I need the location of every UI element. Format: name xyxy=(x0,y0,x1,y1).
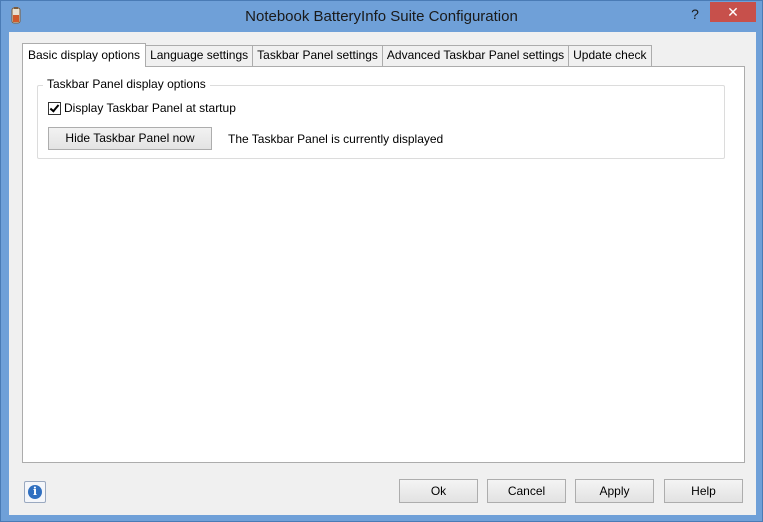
display-at-startup-checkbox[interactable] xyxy=(48,101,61,115)
display-at-startup-label[interactable]: Display Taskbar Panel at startup xyxy=(64,101,236,115)
tab-panel-basic-display: Taskbar Panel display options Display Ta… xyxy=(22,66,745,463)
tab-strip: Basic display options Language settings … xyxy=(22,43,652,67)
dialog-button-bar: i Ok Cancel Apply Help xyxy=(9,472,756,506)
tab-taskbar-panel-settings[interactable]: Taskbar Panel settings xyxy=(252,45,383,66)
ok-button[interactable]: Ok xyxy=(399,479,478,503)
title-help-button[interactable]: ? xyxy=(684,5,706,23)
group-legend: Taskbar Panel display options xyxy=(43,77,210,91)
info-button[interactable]: i xyxy=(24,481,46,503)
client-area: Basic display options Language settings … xyxy=(9,32,756,515)
config-window: Notebook BatteryInfo Suite Configuration… xyxy=(0,0,763,522)
close-button[interactable]: ✕ xyxy=(710,2,756,22)
taskbar-panel-status: The Taskbar Panel is currently displayed xyxy=(228,132,444,146)
taskbar-panel-display-group: Taskbar Panel display options Display Ta… xyxy=(37,77,725,159)
apply-button[interactable]: Apply xyxy=(575,479,654,503)
hide-taskbar-panel-button[interactable]: Hide Taskbar Panel now xyxy=(48,127,212,150)
title-bar[interactable]: Notebook BatteryInfo Suite Configuration… xyxy=(1,1,762,32)
tab-basic-display-options[interactable]: Basic display options xyxy=(22,43,147,67)
window-title: Notebook BatteryInfo Suite Configuration xyxy=(245,8,518,25)
display-at-startup-row[interactable]: Display Taskbar Panel at startup xyxy=(48,101,236,115)
help-button[interactable]: Help xyxy=(664,479,743,503)
info-icon: i xyxy=(28,485,42,499)
tab-update-check[interactable]: Update check xyxy=(568,45,652,66)
cancel-button[interactable]: Cancel xyxy=(487,479,566,503)
checkmark-icon xyxy=(49,101,60,113)
tab-language-settings[interactable]: Language settings xyxy=(145,45,254,66)
tab-advanced-taskbar-panel-settings[interactable]: Advanced Taskbar Panel settings xyxy=(381,45,570,66)
